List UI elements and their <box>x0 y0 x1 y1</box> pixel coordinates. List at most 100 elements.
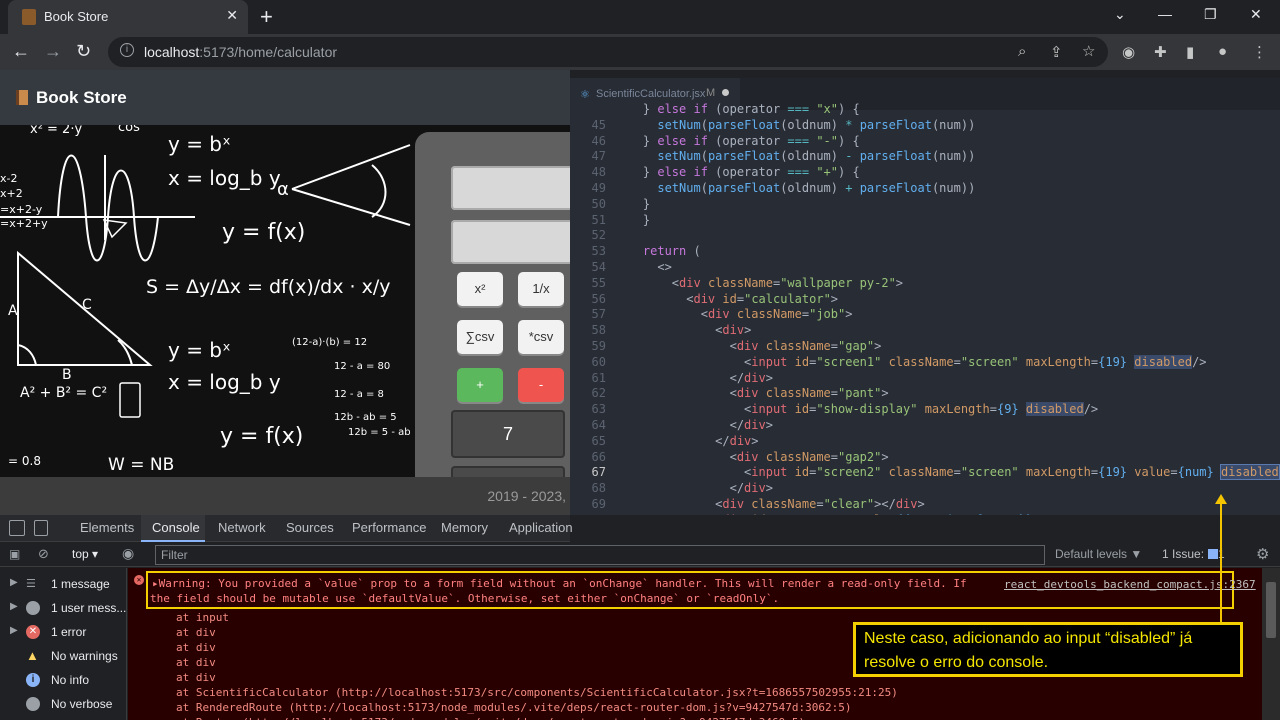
live-expression-eye-icon[interactable]: ◉ <box>122 545 134 562</box>
tab-application[interactable]: Application <box>509 520 573 535</box>
code-line[interactable]: 61 </div> <box>570 370 1280 386</box>
scientific-calculator: x² 1/x ∑csv *csv + - 7 <box>415 132 575 514</box>
back-icon[interactable]: ← <box>12 41 30 62</box>
code-line[interactable]: 67 <input id="screen2" className="screen… <box>570 464 1280 481</box>
code-line[interactable]: 62 <div className="pant"> <box>570 385 1280 401</box>
code-line[interactable]: 69 <div className="clear"></div> <box>570 496 1280 512</box>
code-line[interactable]: 66 <div className="gap2"> <box>570 449 1280 465</box>
code-line[interactable]: 58 <div> <box>570 322 1280 338</box>
tab-performance[interactable]: Performance <box>352 520 426 535</box>
forward-icon[interactable]: → <box>44 41 62 62</box>
sidebar-toggle-icon[interactable]: ▣ <box>9 547 20 561</box>
code-line[interactable]: 55 <div className="wallpaper py-2"> <box>570 275 1280 291</box>
sidebar-item-verbose[interactable]: No verbose <box>0 692 127 716</box>
stack-frame[interactable]: at ScientificCalculator (http://localhos… <box>176 686 898 699</box>
line-number: 67 <box>591 465 606 480</box>
console-sidebar: ▶ ☰ 1 message ▶ 1 user mess... ▶ ✕ 1 err… <box>0 568 127 720</box>
warning-source-link[interactable]: react_devtools_backend_compact.js:2367 <box>1004 578 1256 591</box>
expand-arrow-icon[interactable]: ▶ <box>10 577 18 588</box>
tab-search-icon[interactable]: ⌄ <box>1114 6 1126 23</box>
code-line[interactable]: 50 } <box>570 196 1280 212</box>
line-number: 61 <box>591 370 606 385</box>
extensions-puzzle-icon[interactable]: ✚ <box>1154 43 1167 61</box>
digit-seven-button[interactable]: 7 <box>451 410 565 458</box>
extension-avatar-icon[interactable]: ◉ <box>1122 43 1135 61</box>
close-tab-icon[interactable]: ✕ <box>226 7 238 24</box>
line-number: 68 <box>591 481 606 496</box>
multiply-csv-button[interactable]: *csv <box>518 320 564 354</box>
code-line[interactable]: 64 </div> <box>570 417 1280 433</box>
bookmark-star-icon[interactable]: ☆ <box>1082 42 1095 60</box>
tab-console[interactable]: Console <box>152 520 200 535</box>
code-line[interactable]: 54 <> <box>570 259 1280 275</box>
unsaved-dot-icon[interactable] <box>722 89 729 96</box>
tab-network[interactable]: Network <box>218 520 266 535</box>
code-line[interactable]: 52 <box>570 227 1280 243</box>
minus-button[interactable]: - <box>518 368 564 402</box>
brand-link[interactable]: Book Store <box>16 88 127 108</box>
plus-button[interactable]: + <box>457 368 503 402</box>
side-panel-icon[interactable]: ▮ <box>1186 43 1194 61</box>
reciprocal-button[interactable]: 1/x <box>518 272 564 306</box>
sidebar-item-errors[interactable]: ▶ ✕ 1 error <box>0 620 127 644</box>
sidebar-item-messages[interactable]: ▶ ☰ 1 message <box>0 572 127 596</box>
tab-sources[interactable]: Sources <box>286 520 334 535</box>
expand-arrow-icon[interactable]: ▶ <box>10 625 18 636</box>
site-info-icon[interactable]: i <box>120 43 134 57</box>
stack-frame[interactable]: at div <box>176 671 216 684</box>
menu-kebab-icon[interactable]: ⋮ <box>1252 43 1267 61</box>
scrollbar-thumb[interactable] <box>1266 582 1276 638</box>
settings-gear-icon[interactable]: ⚙ <box>1256 545 1269 563</box>
warning-message-line1[interactable]: ▸Warning: You provided a `value` prop to… <box>152 577 967 590</box>
stack-frame[interactable]: at div <box>176 656 216 669</box>
stack-frame[interactable]: at RenderedRoute (http://localhost:5173/… <box>176 701 852 714</box>
minimize-button[interactable]: — <box>1158 6 1172 22</box>
stack-frame[interactable]: at div <box>176 641 216 654</box>
code-line[interactable]: 60 <input id="screen1" className="screen… <box>570 354 1280 370</box>
clear-console-icon[interactable]: ⊘ <box>38 546 49 562</box>
expand-arrow-icon[interactable]: ▶ <box>10 601 18 612</box>
code-line[interactable]: 59 <div className="gap"> <box>570 338 1280 354</box>
svg-text:cos: cos <box>118 125 140 135</box>
sidebar-item-user-messages[interactable]: ▶ 1 user mess... <box>0 596 127 620</box>
context-selector[interactable]: top ▾ <box>72 547 98 561</box>
code-line[interactable]: 49 setNum(parseFloat(oldnum) + parseFloa… <box>570 180 1280 196</box>
sidebar-item-info[interactable]: i No info <box>0 668 127 692</box>
tab-elements[interactable]: Elements <box>80 520 134 535</box>
inspect-element-icon[interactable] <box>9 520 25 536</box>
code-line[interactable]: 53 return ( <box>570 243 1280 259</box>
svg-text:x = log_b y: x = log_b y <box>168 370 281 394</box>
close-window-button[interactable]: ✕ <box>1250 6 1262 23</box>
tab-memory[interactable]: Memory <box>441 520 488 535</box>
profile-icon[interactable]: ● <box>1218 43 1227 60</box>
issues-counter[interactable]: 1 Issue:1 <box>1162 547 1225 561</box>
share-icon[interactable]: ⇪ <box>1050 43 1063 61</box>
console-scrollbar[interactable] <box>1262 568 1280 720</box>
code-line[interactable]: 63 <input id="show-display" maxLength={9… <box>570 401 1280 417</box>
url-input[interactable]: i localhost:5173/home/calculator ⌕ ⇪ ☆ <box>108 37 1108 67</box>
reload-icon[interactable]: ↻ <box>76 41 91 62</box>
code-line[interactable]: 68 </div> <box>570 480 1280 496</box>
browser-tab[interactable]: Book Store ✕ <box>8 0 248 34</box>
code-line[interactable]: 51 } <box>570 212 1280 228</box>
zoom-icon[interactable]: ⌕ <box>1018 43 1026 60</box>
console-filter-input[interactable]: Filter <box>155 545 1045 565</box>
code-line[interactable]: 45 setNum(parseFloat(oldnum) * parseFloa… <box>570 117 1280 133</box>
restore-button[interactable]: ❐ <box>1204 6 1217 23</box>
code-line[interactable]: 47 setNum(parseFloat(oldnum) - parseFloa… <box>570 148 1280 164</box>
stack-frame[interactable]: at Routes (http://localhost:5173/node_mo… <box>176 716 805 720</box>
code-line[interactable]: 56 <div id="calculator"> <box>570 291 1280 307</box>
log-levels-dropdown[interactable]: Default levels ▼ <box>1055 547 1142 561</box>
square-button[interactable]: x² <box>457 272 503 306</box>
code-line[interactable]: 65 </div> <box>570 433 1280 449</box>
stack-frame[interactable]: at div <box>176 626 216 639</box>
sum-csv-button[interactable]: ∑csv <box>457 320 503 354</box>
code-line[interactable]: 48 } else if (operator === "+") { <box>570 164 1280 180</box>
sidebar-item-warnings[interactable]: ▲ No warnings <box>0 644 127 668</box>
code-line[interactable]: } else if (operator === "x") { <box>570 101 1280 117</box>
code-line[interactable]: 57 <div className="job"> <box>570 306 1280 322</box>
device-toolbar-icon[interactable] <box>34 520 48 536</box>
new-tab-button[interactable]: + <box>260 4 273 30</box>
stack-frame[interactable]: at input <box>176 611 229 624</box>
code-line[interactable]: 46 } else if (operator === "-") { <box>570 133 1280 149</box>
